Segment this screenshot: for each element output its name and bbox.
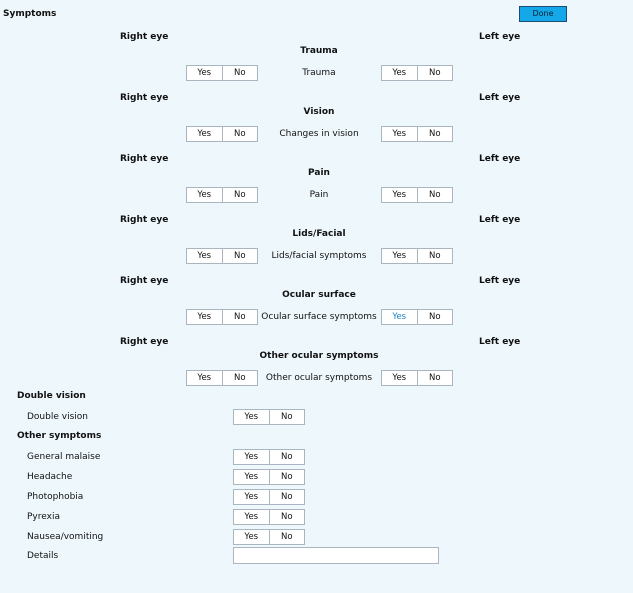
right-eye-label: Right eye [120,154,169,164]
section-heading-ocular-surface: Ocular surface [282,290,356,300]
row-label-photophobia: Photophobia [27,492,84,502]
no-option[interactable]: No [270,470,305,484]
section-heading-vision: Vision [303,107,335,117]
row-label-ocular-surface: Ocular surface symptoms [261,312,377,322]
left-eye-label: Left eye [479,215,521,225]
yes-option[interactable]: Yes [382,249,417,263]
no-option[interactable]: No [223,127,258,141]
yes-option[interactable]: Yes [187,249,222,263]
lids-facial-right-toggle[interactable]: Yes No [186,248,258,264]
row-label-pain: Pain [309,190,329,200]
row-label-lids-facial: Lids/facial symptoms [271,251,367,261]
left-eye-label: Left eye [479,32,521,42]
no-option[interactable]: No [418,371,453,385]
no-option[interactable]: No [223,249,258,263]
section-heading-pain: Pain [308,168,330,178]
right-eye-label: Right eye [120,32,169,42]
yes-option[interactable]: Yes [382,127,417,141]
right-eye-label: Right eye [120,337,169,347]
done-button[interactable]: Done [519,6,567,22]
left-eye-label: Left eye [479,93,521,103]
other-ocular-right-toggle[interactable]: Yes No [186,370,258,386]
yes-option[interactable]: Yes [187,127,222,141]
no-option[interactable]: No [223,188,258,202]
section-heading-double-vision: Double vision [17,391,86,401]
no-option[interactable]: No [270,410,305,424]
row-label-other-ocular: Other ocular symptoms [265,373,373,383]
details-input[interactable] [233,547,439,564]
yes-option[interactable]: Yes [382,371,417,385]
nausea-vomiting-toggle[interactable]: Yes No [233,529,305,545]
left-eye-label: Left eye [479,154,521,164]
no-option[interactable]: No [223,371,258,385]
vision-right-toggle[interactable]: Yes No [186,126,258,142]
yes-option[interactable]: Yes [234,450,269,464]
section-heading-other-symptoms: Other symptoms [17,431,102,441]
yes-option[interactable]: Yes [382,66,417,80]
trauma-left-toggle[interactable]: Yes No [381,65,453,81]
left-eye-label: Left eye [479,337,521,347]
trauma-right-toggle[interactable]: Yes No [186,65,258,81]
row-label-double-vision: Double vision [27,412,88,422]
no-option[interactable]: No [270,510,305,524]
yes-option[interactable]: Yes [187,188,222,202]
row-label-trauma: Trauma [302,68,336,78]
right-eye-label: Right eye [120,215,169,225]
yes-option[interactable]: Yes [187,66,222,80]
lids-facial-left-toggle[interactable]: Yes No [381,248,453,264]
no-option[interactable]: No [418,188,453,202]
pain-left-toggle[interactable]: Yes No [381,187,453,203]
section-heading-trauma: Trauma [300,46,338,56]
ocular-surface-right-toggle[interactable]: Yes No [186,309,258,325]
yes-option[interactable]: Yes [234,530,269,544]
ocular-surface-left-toggle[interactable]: Yes No [381,309,453,325]
no-option[interactable]: No [418,310,453,324]
yes-option-selected[interactable]: Yes [382,310,417,324]
yes-option[interactable]: Yes [187,371,222,385]
no-option[interactable]: No [418,127,453,141]
vision-left-toggle[interactable]: Yes No [381,126,453,142]
yes-option[interactable]: Yes [234,510,269,524]
yes-option[interactable]: Yes [234,410,269,424]
headache-toggle[interactable]: Yes No [233,469,305,485]
details-label: Details [27,551,59,561]
photophobia-toggle[interactable]: Yes No [233,489,305,505]
yes-option[interactable]: Yes [234,490,269,504]
row-label-pyrexia: Pyrexia [27,512,60,522]
no-option[interactable]: No [270,490,305,504]
right-eye-label: Right eye [120,276,169,286]
row-label-general-malaise: General malaise [27,452,101,462]
pain-right-toggle[interactable]: Yes No [186,187,258,203]
right-eye-label: Right eye [120,93,169,103]
other-ocular-left-toggle[interactable]: Yes No [381,370,453,386]
yes-option[interactable]: Yes [234,470,269,484]
yes-option[interactable]: Yes [382,188,417,202]
pyrexia-toggle[interactable]: Yes No [233,509,305,525]
page-title: Symptoms [3,9,57,19]
row-label-vision: Changes in vision [279,129,359,139]
section-heading-other-ocular: Other ocular symptoms [259,351,379,361]
row-label-headache: Headache [27,472,73,482]
no-option[interactable]: No [270,450,305,464]
no-option[interactable]: No [270,530,305,544]
no-option[interactable]: No [418,66,453,80]
no-option[interactable]: No [223,310,258,324]
yes-option[interactable]: Yes [187,310,222,324]
section-heading-lids-facial: Lids/Facial [292,229,346,239]
row-label-nausea-vomiting: Nausea/vomiting [27,532,104,542]
general-malaise-toggle[interactable]: Yes No [233,449,305,465]
left-eye-label: Left eye [479,276,521,286]
double-vision-toggle[interactable]: Yes No [233,409,305,425]
no-option[interactable]: No [223,66,258,80]
no-option[interactable]: No [418,249,453,263]
